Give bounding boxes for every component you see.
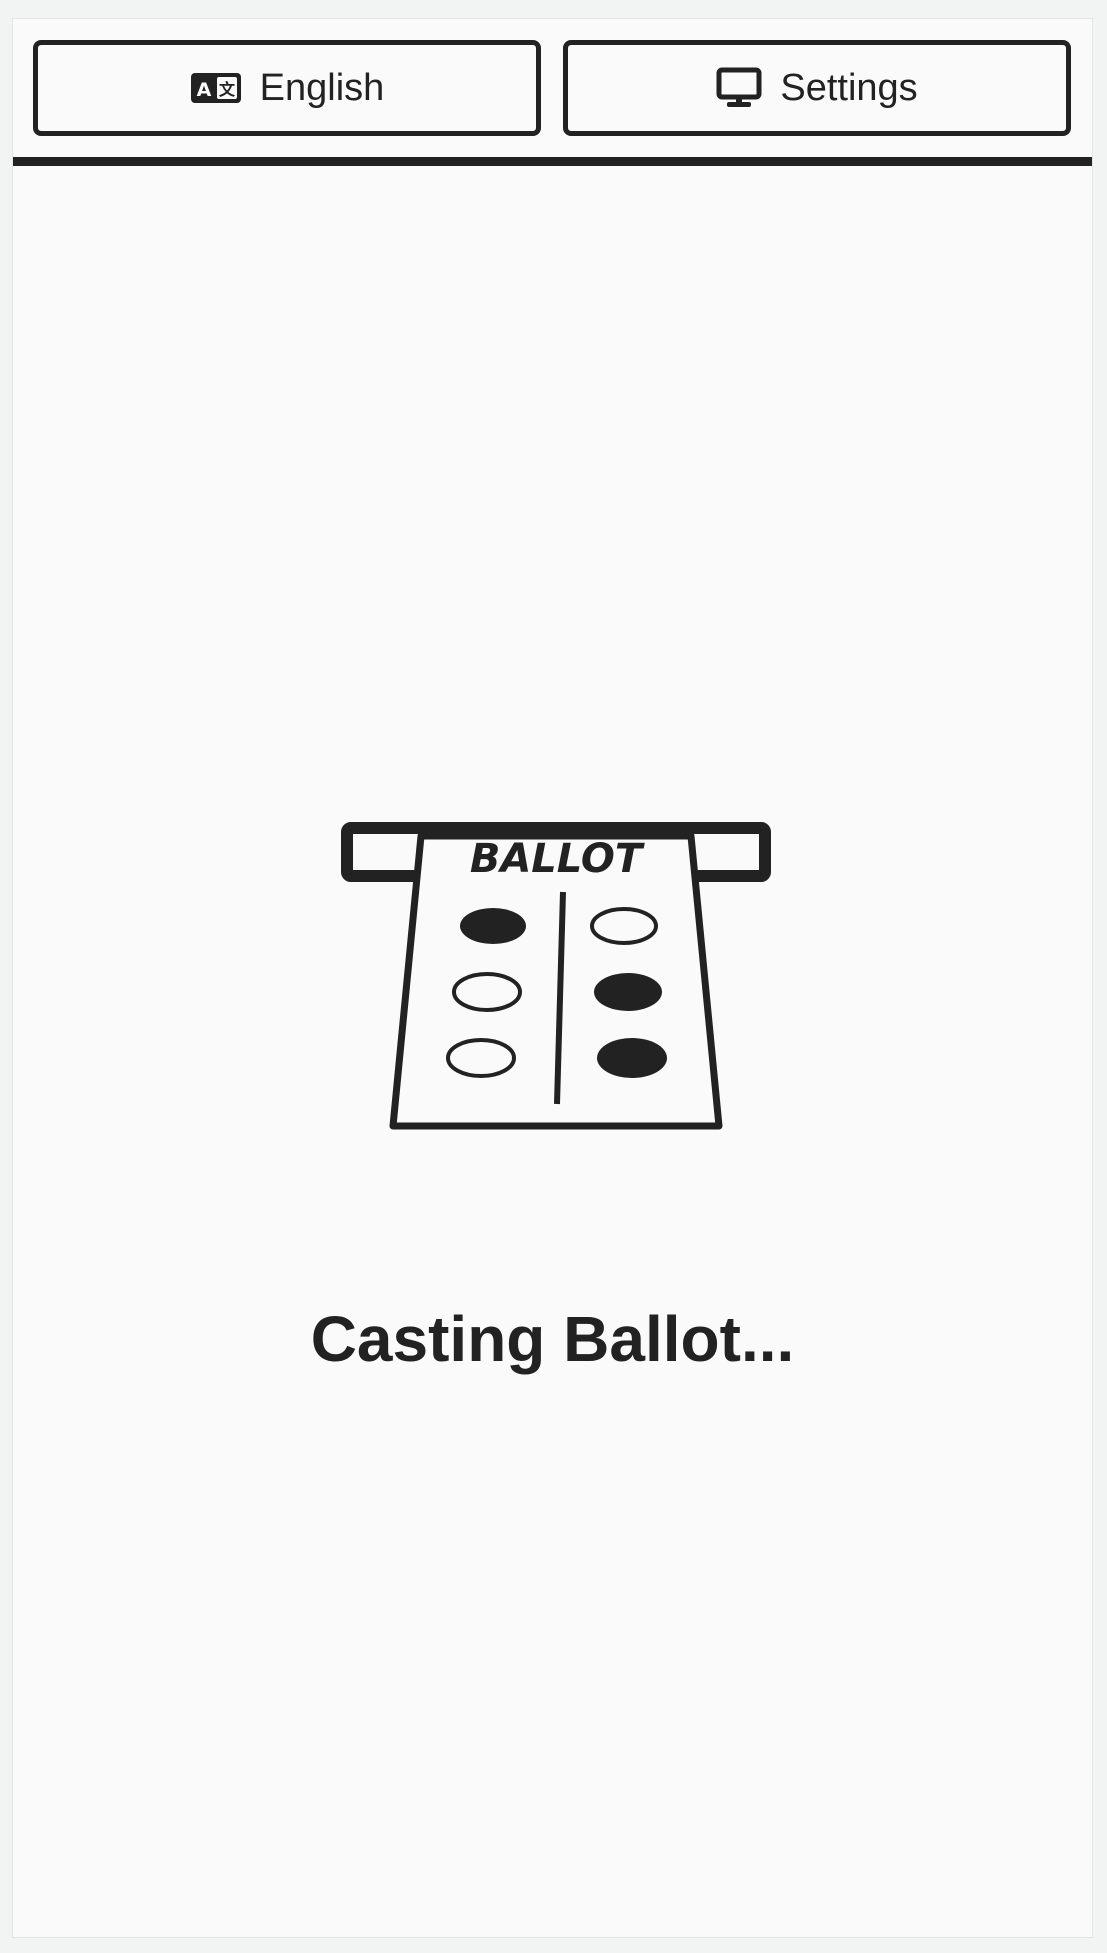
language-button[interactable]: A 文 English (33, 40, 541, 136)
ballot-title: BALLOT (470, 836, 645, 882)
ballot-bubble (590, 907, 658, 945)
main-content: BALLOT Casting Ballot... (13, 166, 1092, 1939)
settings-button[interactable]: Settings (563, 40, 1071, 136)
language-icon: A 文 (190, 72, 242, 104)
ballot-bubble (597, 1038, 667, 1078)
monitor-icon (716, 67, 762, 109)
svg-text:文: 文 (219, 80, 236, 99)
ballot-bubble (446, 1038, 516, 1078)
language-button-label: English (259, 66, 385, 109)
ballot-bubble (460, 908, 526, 944)
status-message: Casting Ballot... (310, 1303, 795, 1375)
ballot-bubble (452, 972, 522, 1012)
svg-text:A: A (196, 79, 211, 101)
ballot-bubble (594, 973, 662, 1011)
ballot-box-icon: BALLOT (341, 822, 771, 1130)
app-screen: A 文 English Settings BALLOT Casting Ball… (12, 18, 1093, 1938)
settings-button-label: Settings (780, 66, 918, 109)
top-bar: A 文 English Settings (13, 19, 1092, 166)
